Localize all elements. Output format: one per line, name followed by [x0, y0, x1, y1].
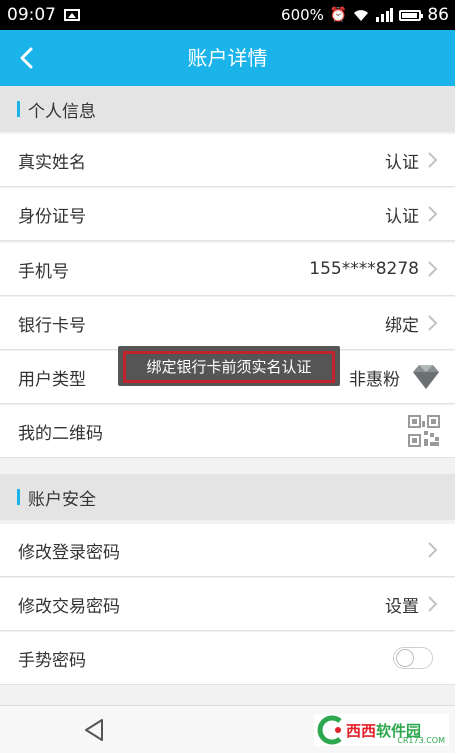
system-nav-bar: 西西软件园 CR173.COM — [0, 705, 455, 753]
row-bank-card[interactable]: 银行卡号 绑定 — [0, 297, 455, 350]
row-change-trade-password[interactable]: 修改交易密码 设置 — [0, 578, 455, 631]
status-bar: 09:07 600% ⏰ 86 — [0, 0, 455, 30]
row-label: 修改交易密码 — [18, 596, 120, 617]
row-value: 认证 — [385, 206, 419, 227]
section-title: 账户安全 — [28, 489, 96, 510]
status-time: 09:07 — [7, 5, 56, 25]
row-label: 修改登录密码 — [18, 542, 120, 563]
row-phone[interactable]: 手机号 155****8278 — [0, 243, 455, 296]
image-notification-icon — [64, 9, 80, 21]
qr-code-icon — [408, 415, 440, 447]
section-account-security: 账户安全 — [0, 474, 455, 520]
diamond-icon — [413, 365, 439, 389]
row-value: 设置 — [385, 596, 419, 617]
watermark-domain: CR173.COM — [397, 736, 445, 745]
watermark-red: 西西 — [346, 721, 377, 740]
row-label: 我的二维码 — [18, 423, 103, 444]
row-value: 绑定 — [385, 315, 419, 336]
watermark-logo: 西西软件园 CR173.COM — [314, 714, 449, 746]
row-change-login-password[interactable]: 修改登录密码 — [0, 524, 455, 577]
alarm-icon: ⏰ — [329, 7, 348, 23]
section-personal-info: 个人信息 — [0, 86, 455, 132]
section-title: 个人信息 — [28, 101, 96, 122]
row-value: 155****8278 — [309, 259, 419, 279]
nav-back-icon[interactable] — [80, 716, 108, 744]
row-id-number[interactable]: 身份证号 认证 — [0, 188, 455, 241]
row-label: 真实姓名 — [18, 152, 86, 173]
row-value: 非惠粉 — [349, 369, 400, 390]
chevron-right-icon — [425, 314, 439, 332]
cr173-logo-icon — [317, 715, 342, 745]
row-real-name[interactable]: 真实姓名 认证 — [0, 134, 455, 187]
signal-icon — [376, 8, 394, 22]
row-label: 银行卡号 — [18, 315, 86, 336]
row-value: 认证 — [385, 152, 419, 173]
battery-icon — [399, 9, 424, 21]
battery-level: 86 — [427, 5, 449, 25]
chevron-right-icon — [425, 151, 439, 169]
row-qr-code[interactable]: 我的二维码 — [0, 405, 455, 458]
section-accent-bar — [17, 489, 20, 505]
status-percent: 600% — [281, 6, 324, 24]
chevron-right-icon — [425, 205, 439, 223]
row-label: 用户类型 — [18, 369, 86, 390]
status-right: 600% ⏰ 86 — [281, 5, 449, 25]
tooltip-text: 绑定银行卡前须实名认证 — [123, 351, 335, 383]
row-label: 手机号 — [18, 261, 69, 282]
page-title: 账户详情 — [187, 46, 268, 70]
row-label: 身份证号 — [18, 206, 86, 227]
chevron-right-icon — [425, 595, 439, 613]
gesture-password-toggle[interactable] — [393, 647, 433, 669]
row-gesture-password: 手势密码 — [0, 632, 455, 685]
section-accent-bar — [17, 101, 20, 117]
chevron-right-icon — [425, 260, 439, 278]
chevron-right-icon — [425, 541, 439, 559]
wifi-icon — [354, 9, 369, 21]
toggle-knob — [396, 649, 414, 667]
toast-tooltip: 绑定银行卡前须实名认证 — [118, 346, 340, 386]
row-label: 手势密码 — [18, 650, 86, 671]
title-bar: 账户详情 — [0, 30, 455, 86]
